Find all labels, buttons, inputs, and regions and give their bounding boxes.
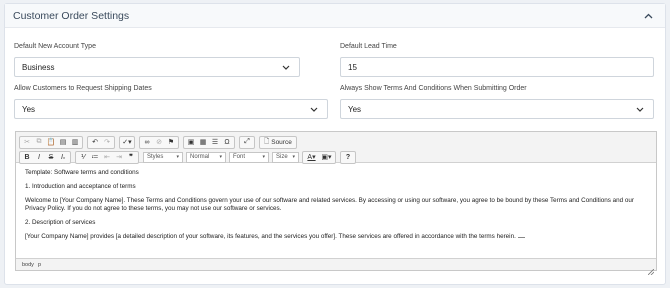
maximize-group: ⤢ xyxy=(239,135,255,149)
chevron-down-icon xyxy=(281,62,291,72)
editor-path-bar: body p xyxy=(16,258,656,270)
table-icon[interactable]: ▦ xyxy=(198,137,209,148)
history-group: ↶ ↷ xyxy=(87,135,115,149)
text-color-icon[interactable]: A▾ xyxy=(305,152,319,163)
unlink-icon[interactable]: ⊘ xyxy=(154,137,165,148)
bulleted-list-icon[interactable]: ≔ xyxy=(90,152,101,163)
shipping-dates-value: Yes xyxy=(22,104,36,114)
shipping-dates-select[interactable]: Yes xyxy=(14,99,328,119)
special-char-icon[interactable]: Ω xyxy=(222,137,233,148)
editor-paragraph: 1. Introduction and acceptance of terms xyxy=(25,183,136,190)
horizontal-line-icon[interactable]: ☰ xyxy=(210,137,221,148)
terms-editor: ✂ ⧉ 📋 ▤ ▥ ↶ ↷ ✓▾ ∞ ⊘ ⚑ ▣ ▦ ☰ Ω ⤢ 🗋 Sourc… xyxy=(15,131,657,276)
remove-format-icon[interactable]: Ix xyxy=(58,152,69,163)
colors-group: A▾ ▣▾ xyxy=(302,150,336,164)
editor-content[interactable]: Template: Software terms and conditions … xyxy=(16,163,656,254)
editor-paragraph: 2. Description of services xyxy=(25,219,96,226)
lead-time-label: Default Lead Time xyxy=(340,43,397,50)
dropdown-arrow-icon: ▾ xyxy=(176,154,179,160)
anchor-flag-icon[interactable]: ⚑ xyxy=(166,137,177,148)
dropdown-arrow-icon: ▾ xyxy=(262,154,265,160)
resize-handle-icon[interactable] xyxy=(647,262,655,276)
toolbar-row-1: ✂ ⧉ 📋 ▤ ▥ ↶ ↷ ✓▾ ∞ ⊘ ⚑ ▣ ▦ ☰ Ω ⤢ 🗋 Sourc… xyxy=(19,135,653,149)
bold-icon[interactable]: B xyxy=(22,152,33,163)
maximize-icon[interactable]: ⤢ xyxy=(242,137,253,148)
shipping-dates-field: Allow Customers to Request Shipping Date… xyxy=(14,84,328,119)
size-label: Size xyxy=(276,154,288,160)
account-type-value: Business xyxy=(22,62,55,72)
dropdown-arrow-icon: ▾ xyxy=(292,154,295,160)
styles-label: Styles xyxy=(147,154,164,160)
cut-icon[interactable]: ✂ xyxy=(22,137,33,148)
terms-conditions-value: Yes xyxy=(348,104,362,114)
paste-text-icon[interactable]: ▤ xyxy=(58,137,69,148)
document-icon: 🗋 xyxy=(264,137,270,145)
size-dropdown[interactable]: Size ▾ xyxy=(272,151,299,163)
editor-paragraph: Template: Software terms and conditions xyxy=(25,169,139,176)
image-icon[interactable]: ▣ xyxy=(186,137,197,148)
dropdown-arrow-icon: ▾ xyxy=(219,154,222,160)
outdent-icon[interactable]: ⇤ xyxy=(102,152,113,163)
font-label: Font xyxy=(233,154,246,160)
numbered-list-icon[interactable]: ⅟ xyxy=(78,152,89,163)
source-button[interactable]: 🗋 Source xyxy=(261,137,295,148)
lead-time-value: 15 xyxy=(348,62,357,72)
panel-header[interactable]: Customer Order Settings xyxy=(5,4,665,28)
editor-toolbar: ✂ ⧉ 📋 ▤ ▥ ↶ ↷ ✓▾ ∞ ⊘ ⚑ ▣ ▦ ☰ Ω ⤢ 🗋 Sourc… xyxy=(16,132,656,164)
terms-conditions-field: Always Show Terms And Conditions When Su… xyxy=(340,84,654,119)
basic-styles-group: B I S Ix xyxy=(19,150,71,164)
terms-conditions-label: Always Show Terms And Conditions When Su… xyxy=(340,85,527,92)
format-label: Normal xyxy=(190,154,210,160)
italic-icon[interactable]: I xyxy=(34,152,45,163)
insert-group: ▣ ▦ ☰ Ω xyxy=(183,135,235,149)
styles-dropdown[interactable]: Styles ▾ xyxy=(143,151,183,163)
font-dropdown[interactable]: Font ▾ xyxy=(229,151,269,163)
trailing-mark-icon xyxy=(517,237,525,238)
editor-paragraph: [Your Company Name] provides [a detailed… xyxy=(25,233,647,241)
panel-title: Customer Order Settings xyxy=(13,9,130,22)
source-group: 🗋 Source xyxy=(259,135,297,149)
spellcheck-icon[interactable]: ✓▾ xyxy=(122,137,133,148)
spellcheck-group: ✓▾ xyxy=(119,135,135,149)
editor-paragraph: Welcome to [Your Company Name]. These Te… xyxy=(25,197,635,212)
redo-icon[interactable]: ↷ xyxy=(102,137,113,148)
paste-word-icon[interactable]: ▥ xyxy=(70,137,81,148)
chevron-down-icon xyxy=(309,104,319,114)
lead-time-input[interactable]: 15 xyxy=(340,57,654,77)
shipping-dates-label: Allow Customers to Request Shipping Date… xyxy=(14,85,152,92)
strikethrough-icon[interactable]: S xyxy=(46,152,57,163)
toolbar-row-2: B I S Ix ⅟ ≔ ⇤ ⇥ ❞ Styles ▾ Normal ▾ Fon xyxy=(19,150,653,164)
lead-time-field: Default Lead Time 15 xyxy=(340,42,654,77)
clipboard-group: ✂ ⧉ 📋 ▤ ▥ xyxy=(19,135,83,149)
blockquote-icon[interactable]: ❞ xyxy=(126,152,137,163)
list-group: ⅟ ≔ ⇤ ⇥ ❞ xyxy=(75,150,139,164)
help-icon[interactable]: ? xyxy=(343,152,354,163)
chevron-up-icon[interactable] xyxy=(641,9,655,23)
account-type-label: Default New Account Type xyxy=(14,43,96,50)
links-group: ∞ ⊘ ⚑ xyxy=(139,135,179,149)
link-icon[interactable]: ∞ xyxy=(142,137,153,148)
path-body[interactable]: body xyxy=(22,262,34,268)
path-p[interactable]: p xyxy=(38,262,41,268)
account-type-field: Default New Account Type Business xyxy=(14,42,300,77)
editor-paragraph-text: [Your Company Name] provides [a detailed… xyxy=(25,233,516,240)
copy-icon[interactable]: ⧉ xyxy=(34,137,45,148)
paste-icon[interactable]: 📋 xyxy=(46,137,57,148)
terms-conditions-select[interactable]: Yes xyxy=(340,99,654,119)
source-label: Source xyxy=(271,138,292,146)
indent-icon[interactable]: ⇥ xyxy=(114,152,125,163)
account-type-select[interactable]: Business xyxy=(14,57,300,77)
background-color-icon[interactable]: ▣▾ xyxy=(320,152,334,163)
help-group: ? xyxy=(340,150,356,164)
format-dropdown[interactable]: Normal ▾ xyxy=(186,151,226,163)
chevron-down-icon xyxy=(635,104,645,114)
undo-icon[interactable]: ↶ xyxy=(90,137,101,148)
